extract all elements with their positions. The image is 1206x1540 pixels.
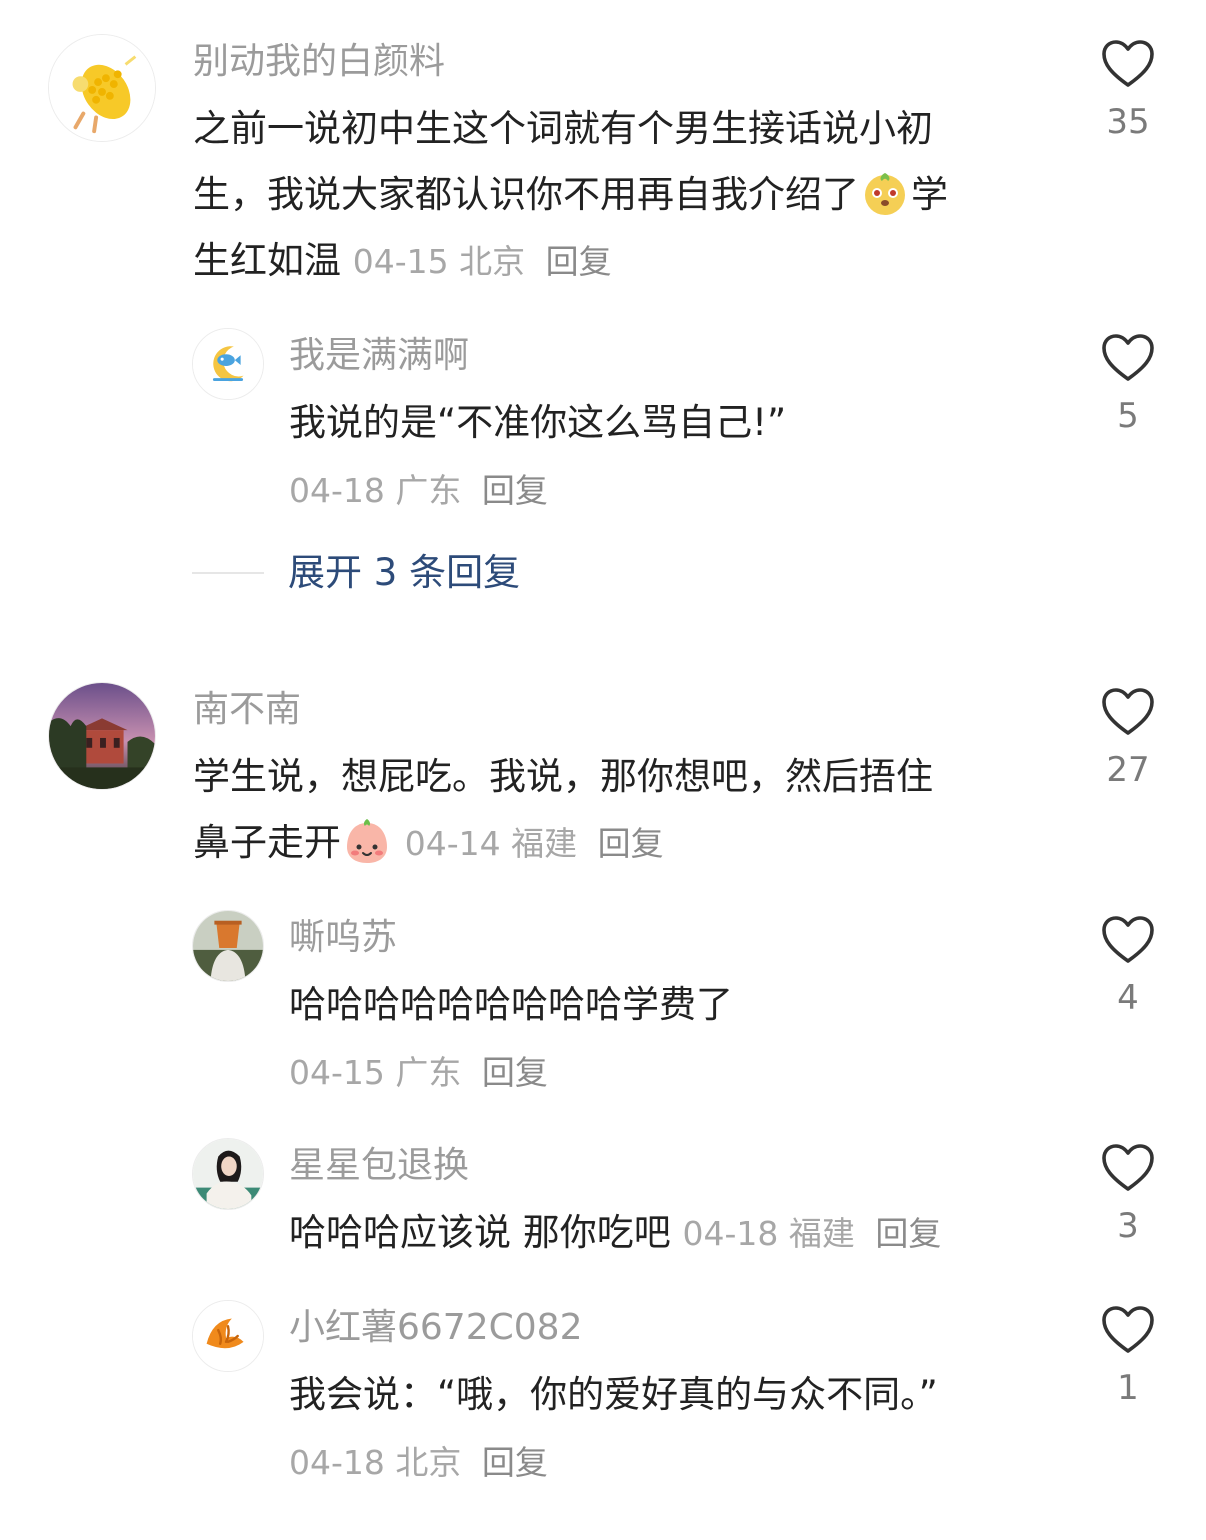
avatar[interactable] (48, 682, 156, 790)
author-name[interactable]: 我是满满啊 (289, 334, 469, 378)
comment-line: 生，我说大家都认识你不用再自我介绍了 学 (193, 162, 1053, 228)
heart-icon (1102, 334, 1154, 381)
comment-line-text: 学 (911, 173, 948, 216)
comment-line-text: 鼻子走开 (193, 821, 341, 864)
comment-date: 04-15 (289, 1053, 385, 1092)
comment-text: 之前一说初中生这个词就有个男生接话说小初 生，我说大家都认识你不用再自我介绍了 … (193, 96, 1053, 295)
comment-line-text: 哈哈哈应该说 那你吃吧 (289, 1211, 671, 1254)
comment-text: 哈哈哈哈哈哈哈哈哈学费了 (289, 983, 733, 1026)
avatar[interactable] (48, 34, 156, 142)
avatar[interactable] (192, 910, 264, 982)
croissant-avatar-icon (193, 1301, 263, 1371)
bucket-head-avatar-icon (193, 911, 263, 981)
reply-button[interactable]: 回复 (598, 824, 664, 863)
comment-line-text: 生红如温 (193, 239, 341, 282)
reply-button[interactable]: 回复 (482, 1053, 548, 1092)
reply-button[interactable]: 回复 (482, 1443, 548, 1482)
like-button[interactable]: 1 (1088, 1306, 1168, 1408)
like-count: 4 (1117, 978, 1139, 1018)
avatar[interactable] (192, 1138, 264, 1210)
like-button[interactable]: 27 (1088, 688, 1168, 790)
comment-text: 学生说，想屁吃。我说，那你想吧，然后捂住 鼻子走开 04-14 福建 回复 (193, 744, 1053, 877)
reply-button[interactable]: 回复 (482, 471, 548, 510)
comment-text: 哈哈哈应该说 那你吃吧 04-18 福建 回复 (289, 1200, 1089, 1267)
comment-date: 04-18 (289, 471, 385, 510)
comment-date: 04-18 (682, 1214, 779, 1253)
comment-text: 我会说：“哦，你的爱好真的与众不同。” (289, 1373, 938, 1416)
reply-button[interactable]: 回复 (546, 242, 612, 281)
like-count: 3 (1117, 1206, 1139, 1246)
like-button[interactable]: 4 (1088, 916, 1168, 1018)
comment-location: 北京 (459, 242, 526, 281)
like-count: 27 (1106, 750, 1150, 790)
heart-icon (1102, 916, 1154, 963)
sunset-building-avatar-icon (49, 683, 155, 789)
smirk-dog-emoji-icon (861, 169, 909, 217)
avatar[interactable] (192, 1300, 264, 1372)
comment-meta: 04-14 福建 回复 (405, 824, 664, 863)
comment-line: 鼻子走开 04-14 福建 回复 (193, 810, 1053, 877)
comment-date: 04-14 (404, 824, 501, 863)
comment-location: 广东 (395, 471, 462, 510)
comment-line-text: 生，我说大家都认识你不用再自我介绍了 (193, 173, 859, 216)
comment-location: 广东 (395, 1053, 462, 1092)
comment-location: 福建 (511, 824, 578, 863)
comment-text: 我说的是“不准你这么骂自己!” (289, 401, 787, 444)
heart-icon (1102, 1144, 1154, 1191)
pink-blush-emoji-icon (343, 817, 391, 865)
corn-avatar-icon (49, 35, 155, 141)
like-count: 35 (1106, 102, 1150, 142)
comment-location: 北京 (395, 1443, 462, 1482)
girl-portrait-avatar-icon (193, 1139, 263, 1209)
comment-date: 04-18 (289, 1443, 385, 1482)
author-name[interactable]: 星星包退换 (289, 1144, 469, 1188)
like-button[interactable]: 35 (1088, 40, 1168, 142)
comment-location: 福建 (788, 1214, 855, 1253)
comment-date: 04-15 (352, 242, 449, 281)
comment-meta: 04-15 广东 回复 (289, 1051, 548, 1095)
expand-replies-button[interactable]: 展开 3 条回复 (288, 548, 520, 598)
comment-line: 生红如温 04-15 北京 回复 (193, 228, 1053, 295)
reply-button[interactable]: 回复 (875, 1214, 941, 1253)
like-button[interactable]: 5 (1088, 334, 1168, 436)
like-count: 5 (1117, 396, 1139, 436)
moon-fish-avatar-icon (193, 329, 263, 399)
heart-icon (1102, 1306, 1154, 1353)
heart-icon (1102, 40, 1154, 87)
like-count: 1 (1117, 1368, 1139, 1408)
avatar[interactable] (192, 328, 264, 400)
comment-meta: 04-18 福建 回复 (683, 1214, 942, 1253)
heart-icon (1102, 688, 1154, 735)
comment-line: 学生说，想屁吃。我说，那你想吧，然后捂住 (193, 755, 933, 798)
comment-line: 之前一说初中生这个词就有个男生接话说小初 (193, 107, 933, 150)
author-name[interactable]: 小红薯6672C082 (289, 1306, 582, 1350)
author-name[interactable]: 嘶呜苏 (289, 916, 397, 960)
comment-meta: 04-15 北京 回复 (353, 242, 612, 281)
comment-meta: 04-18 北京 回复 (289, 1441, 548, 1485)
author-name[interactable]: 南不南 (193, 688, 301, 732)
expand-divider (192, 572, 264, 574)
comment-meta: 04-18 广东 回复 (289, 469, 548, 513)
like-button[interactable]: 3 (1088, 1144, 1168, 1246)
author-name[interactable]: 别动我的白颜料 (193, 40, 445, 84)
